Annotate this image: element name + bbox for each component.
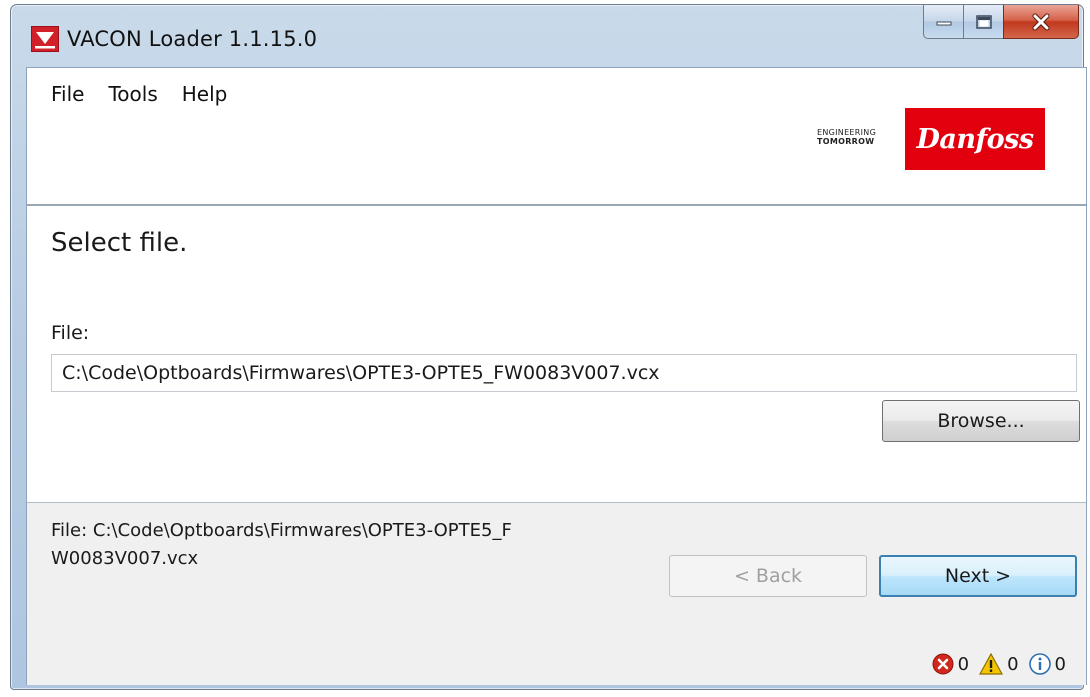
- title-bar[interactable]: VACON Loader 1.1.15.0: [11, 5, 1083, 67]
- close-icon: [1032, 13, 1050, 30]
- caption-buttons: [923, 5, 1079, 41]
- page-title: Select file.: [51, 228, 188, 258]
- vacon-app-icon: [31, 26, 59, 52]
- next-button[interactable]: Next >: [879, 555, 1077, 597]
- info-icon[interactable]: [1028, 653, 1051, 675]
- back-button[interactable]: < Back: [669, 555, 867, 597]
- tagline-line2: TOMORROW: [817, 137, 875, 146]
- error-icon[interactable]: [932, 653, 954, 675]
- header-divider: [27, 204, 1086, 206]
- logo-brand: Danfoss: [916, 123, 1034, 155]
- client-area: File Tools Help ENGINEERING TOMORROW Dan…: [26, 67, 1087, 685]
- app-window: VACON Loader 1.1.15.0 File Tools Help EN…: [10, 4, 1087, 690]
- minimize-button[interactable]: [923, 5, 963, 39]
- maximize-icon: [975, 14, 992, 29]
- menu-tools[interactable]: Tools: [98, 80, 171, 108]
- message-counters: 0 0 0: [932, 653, 1072, 675]
- warning-icon[interactable]: [979, 653, 1004, 675]
- tagline-line1: ENGINEERING: [817, 128, 877, 137]
- status-file-text: File: C:\Code\Optboards\Firmwares\OPTE3-…: [51, 520, 512, 569]
- footer-panel: File: C:\Code\Optboards\Firmwares\OPTE3-…: [27, 502, 1086, 685]
- info-count: 0: [1054, 653, 1066, 675]
- close-button[interactable]: [1003, 5, 1079, 39]
- file-path-input[interactable]: [51, 354, 1077, 392]
- menu-bar: File Tools Help: [41, 80, 241, 108]
- warning-count: 0: [1007, 653, 1019, 675]
- browse-button[interactable]: Browse...: [882, 400, 1080, 442]
- file-label: File:: [51, 322, 90, 344]
- danfoss-logo: Danfoss: [905, 108, 1045, 170]
- error-count: 0: [957, 653, 970, 675]
- window-title: VACON Loader 1.1.15.0: [67, 27, 318, 51]
- logo-tagline: ENGINEERING TOMORROW: [817, 128, 876, 146]
- menu-file[interactable]: File: [41, 80, 98, 108]
- maximize-button[interactable]: [963, 5, 1003, 39]
- menu-help[interactable]: Help: [172, 80, 242, 108]
- minimize-icon: [936, 21, 951, 25]
